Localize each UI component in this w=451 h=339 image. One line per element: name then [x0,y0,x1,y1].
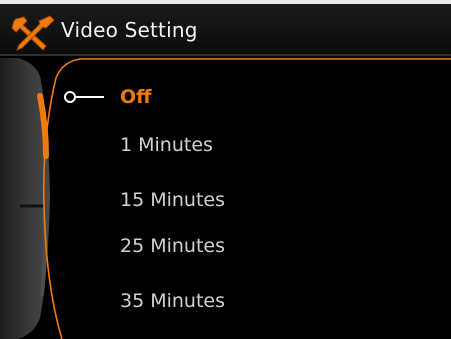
page-title: Video Setting [61,18,198,42]
header-bar: Video Setting [0,4,451,54]
menu-frame [0,58,451,339]
frame-line [42,58,451,339]
selection-marker [64,91,76,103]
video-setting-screen: Video Setting Off 1 Minutes 15 Minutes 2… [0,0,451,339]
menu-item-1-minutes[interactable]: 1 Minutes [120,133,213,157]
menu-item-35-minutes[interactable]: 35 Minutes [120,289,225,313]
tools-icon [11,15,55,51]
menu-item-off[interactable]: Off [120,85,152,109]
menu-panel: Off 1 Minutes 15 Minutes 25 Minutes 35 M… [0,56,451,339]
menu-item-15-minutes[interactable]: 15 Minutes [120,188,225,212]
menu-item-25-minutes[interactable]: 25 Minutes [120,234,225,258]
